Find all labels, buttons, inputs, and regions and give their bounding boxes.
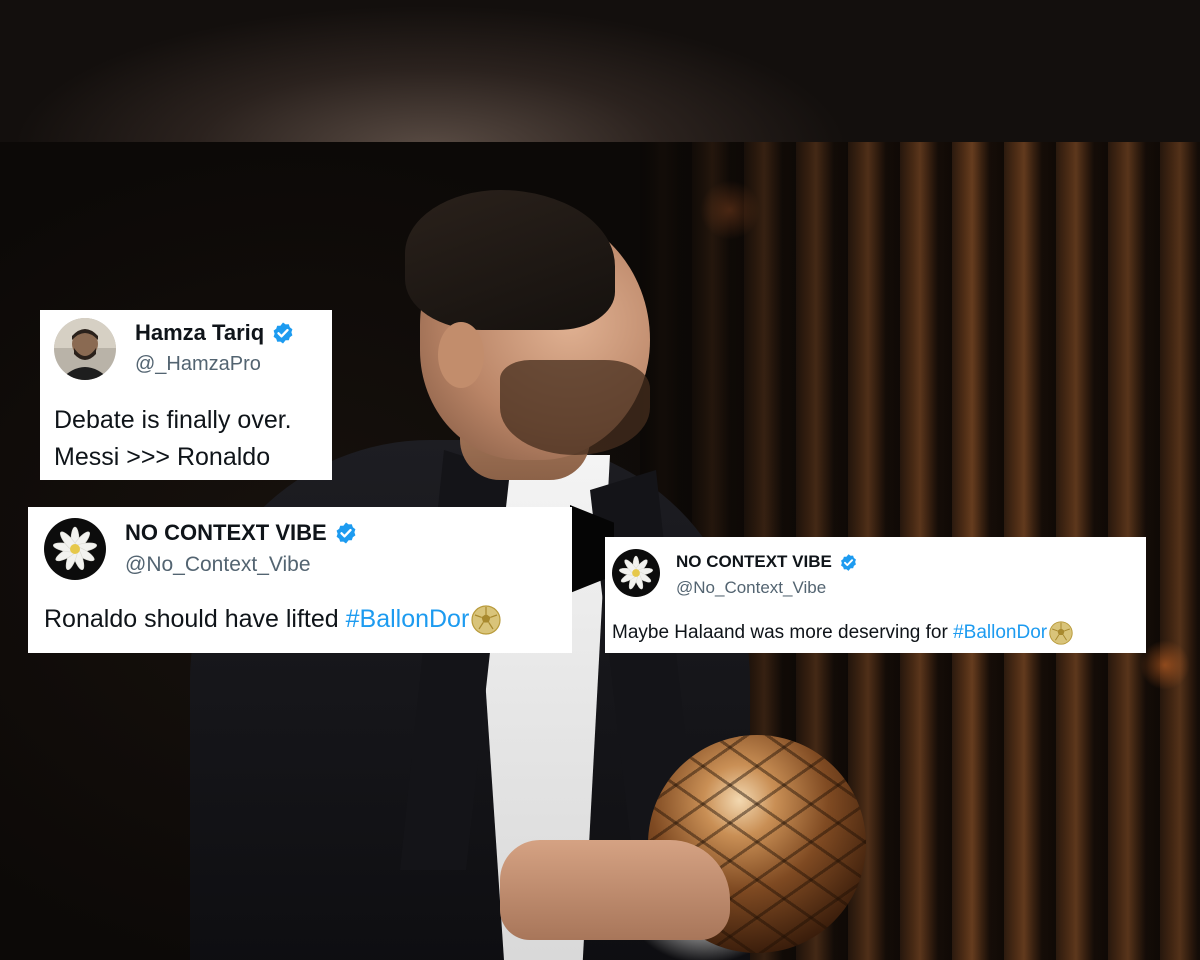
verified-badge-icon — [839, 553, 858, 572]
bokeh-light — [1140, 640, 1190, 690]
verified-badge-icon — [334, 521, 358, 545]
soccer-ball-icon — [1049, 621, 1073, 645]
soccer-ball-icon — [471, 605, 501, 635]
hashtag-link[interactable]: #BallonDor — [346, 605, 470, 633]
display-name[interactable]: NO CONTEXT VIBE — [125, 520, 358, 546]
user-handle[interactable]: @No_Context_Vibe — [125, 553, 311, 577]
profile-photo-avatar[interactable] — [54, 318, 116, 380]
display-name[interactable]: NO CONTEXT VIBE — [676, 552, 858, 572]
tweet-card-no-context-vibe: NO CONTEXT VIBE @No_Context_Vibe Ronaldo… — [28, 507, 572, 653]
tweet-card-no-context-vibe: NO CONTEXT VIBE @No_Context_Vibe Maybe H… — [605, 537, 1146, 653]
user-handle[interactable]: @_HamzaPro — [135, 353, 261, 376]
tweet-text: Ronaldo should have lifted #BallonDor — [44, 605, 501, 635]
white-flower-avatar[interactable] — [44, 518, 106, 580]
tweet-card-hamza-tariq: Hamza Tariq @_HamzaPro Debate is finally… — [40, 310, 332, 480]
beard — [500, 360, 650, 455]
white-flower-avatar[interactable] — [612, 549, 660, 597]
user-handle[interactable]: @No_Context_Vibe — [676, 578, 826, 598]
tweet-text: Maybe Halaand was more deserving for #Ba… — [612, 621, 1073, 645]
top-blurred-band — [0, 0, 1200, 142]
verified-badge-icon — [271, 321, 295, 345]
ear — [438, 322, 484, 388]
hands — [500, 840, 730, 940]
display-name[interactable]: Hamza Tariq — [135, 320, 295, 346]
bokeh-light — [700, 180, 760, 240]
background-photo — [0, 0, 1200, 960]
tweet-text: Debate is finally over. Messi >>> Ronald… — [54, 406, 292, 471]
hashtag-link[interactable]: #BallonDor — [953, 622, 1047, 643]
